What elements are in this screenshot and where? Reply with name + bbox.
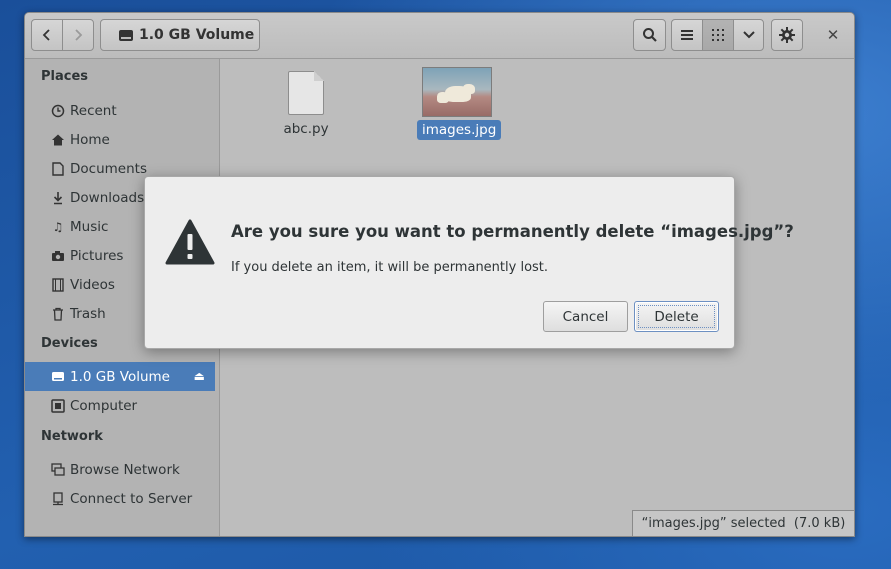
header-bar: 1.0 GB Volume ✕ xyxy=(25,13,854,59)
file-name: abc.py xyxy=(283,121,329,137)
sidebar-item-browse-network[interactable]: Browse Network xyxy=(25,455,215,484)
camera-icon xyxy=(50,248,66,264)
network-icon xyxy=(50,462,66,478)
text-file-icon xyxy=(288,71,324,115)
file-item[interactable]: abc.py xyxy=(276,71,336,137)
sidebar-item-label: Documents xyxy=(70,160,147,177)
list-view-icon xyxy=(681,30,693,40)
dialog-title: Are you sure you want to permanently del… xyxy=(231,222,794,241)
dialog-message: If you delete an item, it will be perman… xyxy=(231,260,549,275)
status-text: “images.jpg” selected (7.0 kB) xyxy=(641,516,846,531)
sidebar-item-label: 1.0 GB Volume xyxy=(70,368,170,385)
sidebar-item-label: Recent xyxy=(70,102,117,119)
devices-heading: Devices xyxy=(41,336,98,351)
close-icon: ✕ xyxy=(826,26,840,44)
delete-button[interactable]: Delete xyxy=(634,301,719,332)
gear-icon xyxy=(779,27,795,43)
search-button[interactable] xyxy=(633,19,666,51)
file-item-selected[interactable]: images.jpg xyxy=(417,67,502,140)
status-bar: “images.jpg” selected (7.0 kB) xyxy=(632,510,854,536)
sidebar-item-label: Music xyxy=(70,218,109,235)
grid-view-icon xyxy=(712,29,724,41)
list-view-button[interactable] xyxy=(671,19,703,51)
window-close-button[interactable]: ✕ xyxy=(821,23,845,47)
sidebar-item-label: Connect to Server xyxy=(70,490,193,507)
download-icon xyxy=(50,190,66,206)
sidebar-item-recent[interactable]: Recent xyxy=(25,96,215,125)
grid-view-button[interactable] xyxy=(702,19,734,51)
film-icon xyxy=(50,277,66,293)
network-heading: Network xyxy=(41,429,103,444)
music-icon: ♫ xyxy=(52,219,64,234)
eject-icon[interactable]: ⏏ xyxy=(194,369,205,383)
go-back-icon xyxy=(42,29,50,41)
sidebar-item-label: Computer xyxy=(70,397,138,414)
view-options-dropdown[interactable] xyxy=(733,19,764,51)
chevron-down-icon xyxy=(742,31,755,39)
computer-icon xyxy=(50,398,66,414)
home-icon xyxy=(50,132,66,148)
go-forward-icon xyxy=(75,29,83,41)
sidebar-item-connect-server[interactable]: Connect to Server xyxy=(25,484,215,513)
search-icon xyxy=(642,28,657,42)
warning-icon xyxy=(165,219,215,265)
sidebar-item-label: Trash xyxy=(70,305,106,322)
settings-button[interactable] xyxy=(771,19,803,51)
sidebar-item-label: Home xyxy=(70,131,110,148)
location-path-button[interactable]: 1.0 GB Volume xyxy=(100,19,260,51)
cancel-button[interactable]: Cancel xyxy=(543,301,628,332)
drive-icon xyxy=(50,369,66,385)
location-label: 1.0 GB Volume xyxy=(139,27,255,43)
image-thumbnail xyxy=(422,67,492,117)
sidebar-item-label: Browse Network xyxy=(70,461,180,478)
server-icon xyxy=(50,491,66,507)
back-button[interactable] xyxy=(31,19,63,51)
delete-confirmation-dialog: Are you sure you want to permanently del… xyxy=(144,176,794,349)
document-icon xyxy=(50,161,66,177)
file-name: images.jpg xyxy=(417,120,502,140)
places-heading: Places xyxy=(41,69,89,84)
sidebar-item-label: Videos xyxy=(70,276,115,293)
trash-icon xyxy=(50,306,66,322)
forward-button[interactable] xyxy=(62,19,94,51)
sidebar-item-label: Downloads xyxy=(70,189,145,206)
drive-icon xyxy=(119,29,133,41)
sidebar-item-home[interactable]: Home xyxy=(25,125,215,154)
sidebar-item-label: Pictures xyxy=(70,247,124,264)
clock-icon xyxy=(50,103,66,119)
sidebar-item-computer[interactable]: Computer xyxy=(25,391,215,420)
sidebar-item-volume[interactable]: 1.0 GB Volume ⏏ xyxy=(25,362,215,391)
